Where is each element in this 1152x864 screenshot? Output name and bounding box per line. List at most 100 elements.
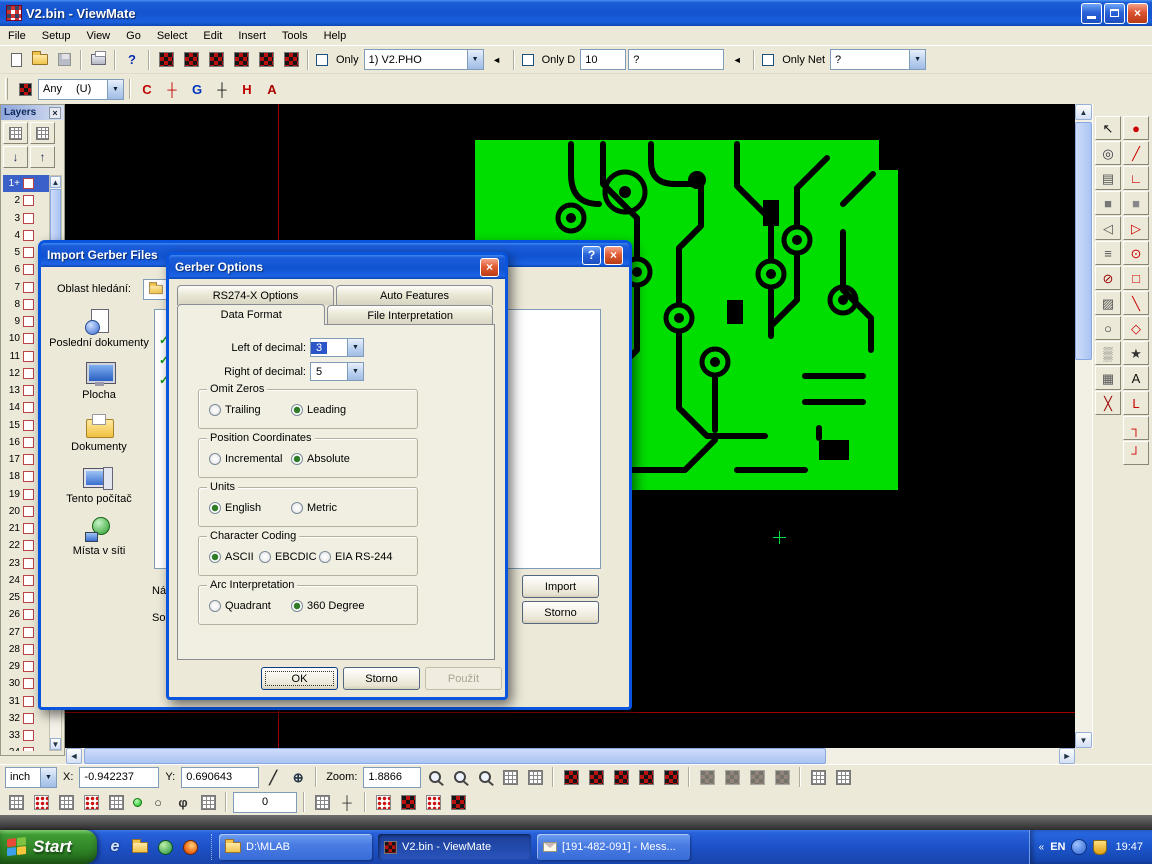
- menu-tools[interactable]: Tools: [274, 26, 316, 45]
- scroll-right-icon[interactable]: [1059, 748, 1075, 764]
- radio-eia-rs-244[interactable]: EIA RS-244: [319, 551, 392, 563]
- text-marker-button[interactable]: A: [1123, 366, 1149, 390]
- canvas-vertical-scrollbar[interactable]: [1075, 104, 1092, 748]
- square-pad-button[interactable]: ■: [1123, 191, 1149, 215]
- layer-color-chip[interactable]: [23, 213, 34, 224]
- dcode-display-button[interactable]: [560, 766, 582, 788]
- layer-color-chip[interactable]: [23, 230, 34, 241]
- place-tento-po-ta[interactable]: Tento počítač: [48, 465, 150, 505]
- update-shield-icon[interactable]: [1093, 840, 1107, 855]
- only-dcode-checkbox[interactable]: [522, 54, 534, 66]
- pattern-2-button[interactable]: [397, 791, 419, 813]
- place-dokumenty[interactable]: Dokumenty: [48, 413, 150, 453]
- aperture-type-combo[interactable]: Any(U): [38, 79, 124, 100]
- radio-incremental[interactable]: Incremental: [209, 453, 282, 465]
- hide-icons-chevron-icon[interactable]: [1039, 842, 1045, 853]
- snap-dots-2-button[interactable]: [80, 791, 102, 813]
- dcode-aux-field[interactable]: ?: [628, 49, 724, 70]
- radio-metric[interactable]: Metric: [291, 502, 337, 514]
- place-m-sta-v-s-ti[interactable]: Místa v síti: [48, 517, 150, 557]
- toolbar-grip[interactable]: [5, 78, 8, 100]
- zoom-field[interactable]: 1.8866: [363, 767, 421, 788]
- trace-mode-4-button[interactable]: [771, 766, 793, 788]
- delete-cross-button[interactable]: ╳: [1095, 391, 1121, 415]
- grid-small-button[interactable]: [197, 791, 219, 813]
- grid-step-button[interactable]: [311, 791, 333, 813]
- zoom-in-button[interactable]: [424, 766, 446, 788]
- step-grid-button[interactable]: [105, 791, 127, 813]
- origin-select-button[interactable]: ⊕: [287, 766, 309, 788]
- start-button[interactable]: Start: [0, 830, 97, 864]
- pad-display-button[interactable]: [660, 766, 682, 788]
- aperture-display-button[interactable]: [585, 766, 607, 788]
- scroll-down-icon[interactable]: [1075, 732, 1092, 748]
- layer-row[interactable]: 32: [3, 710, 49, 727]
- scroll-up-icon[interactable]: [1075, 104, 1092, 120]
- dialog-help-button[interactable]: ?: [582, 246, 601, 265]
- restore-button[interactable]: [1104, 3, 1125, 24]
- scroll-thumb[interactable]: [50, 189, 61, 245]
- radio-ebcdic[interactable]: EBCDIC: [259, 551, 317, 563]
- layer-color-chip[interactable]: [23, 489, 34, 500]
- unit-combo[interactable]: inch: [5, 767, 57, 788]
- circle-outline-button[interactable]: ○: [1095, 316, 1121, 340]
- layer-stack-button[interactable]: ▤: [1095, 166, 1121, 190]
- layers-table-button[interactable]: [30, 122, 55, 144]
- layer-color-chip[interactable]: [23, 299, 34, 310]
- menu-select[interactable]: Select: [149, 26, 196, 45]
- layer-up-button[interactable]: ↑: [30, 146, 55, 168]
- scroll-left-icon[interactable]: [66, 748, 82, 764]
- component-tool-button[interactable]: C: [136, 78, 158, 100]
- menu-go[interactable]: Go: [118, 26, 149, 45]
- open-file-button[interactable]: [29, 49, 51, 71]
- trace-mode-3-button[interactable]: [746, 766, 768, 788]
- layer-color-chip[interactable]: [23, 247, 34, 258]
- task-d-mlab[interactable]: D:\MLAB: [219, 834, 372, 860]
- zoom-window-button[interactable]: [474, 766, 496, 788]
- panel-view-button[interactable]: [832, 766, 854, 788]
- diamond-pad-button[interactable]: ◇: [1123, 316, 1149, 340]
- ok-button[interactable]: OK: [261, 667, 338, 690]
- zoom-out-button[interactable]: [449, 766, 471, 788]
- right-of-decimal-combo[interactable]: 5: [310, 362, 364, 381]
- canvas-horizontal-scrollbar[interactable]: [66, 748, 1075, 764]
- layer-color-chip[interactable]: [23, 264, 34, 275]
- gerber-dialog-titlebar[interactable]: Gerber Options ×: [169, 255, 505, 279]
- left-of-decimal-combo[interactable]: 3: [310, 338, 364, 357]
- crosshair-black-tool-button[interactable]: ┼: [211, 78, 233, 100]
- cancel-button[interactable]: Storno: [343, 667, 420, 690]
- scroll-thumb[interactable]: [1075, 122, 1092, 360]
- print-button[interactable]: [87, 49, 109, 71]
- layer-color-chip[interactable]: [23, 437, 34, 448]
- layer-display-button[interactable]: [635, 766, 657, 788]
- dcode-field[interactable]: 10: [580, 49, 626, 70]
- menu-insert[interactable]: Insert: [230, 26, 274, 45]
- layer-down-button[interactable]: ↓: [3, 146, 28, 168]
- tab-auto-features[interactable]: Auto Features: [336, 285, 493, 305]
- layer-color-chip[interactable]: [23, 471, 34, 482]
- layer-row[interactable]: 3: [3, 210, 49, 227]
- grid-value-field[interactable]: 0: [233, 792, 297, 813]
- net-select-button[interactable]: [205, 49, 227, 71]
- ruler-v-button[interactable]: [55, 791, 77, 813]
- layers-grid-button[interactable]: [3, 122, 28, 144]
- net-display-button[interactable]: [610, 766, 632, 788]
- mirror-flip-button[interactable]: ◁: [1095, 216, 1121, 240]
- layer-color-chip[interactable]: [23, 402, 34, 413]
- radio-leading[interactable]: Leading: [291, 404, 346, 416]
- d-code-select-button[interactable]: [155, 49, 177, 71]
- layer-color-chip[interactable]: [23, 713, 34, 724]
- prev-file-button[interactable]: [486, 49, 508, 71]
- layer-color-chip[interactable]: [23, 368, 34, 379]
- menu-file[interactable]: File: [0, 26, 34, 45]
- corner-trace-button[interactable]: ∟: [1123, 166, 1149, 190]
- layer-color-chip[interactable]: [23, 575, 34, 586]
- layer-color-chip[interactable]: [23, 316, 34, 327]
- x-coordinate-field[interactable]: -0.942237: [79, 767, 159, 788]
- menu-setup[interactable]: Setup: [34, 26, 79, 45]
- combo-arrow-icon[interactable]: [909, 50, 925, 69]
- title-bar[interactable]: V2.bin - ViewMate ×: [0, 0, 1152, 26]
- file-combo[interactable]: 1) V2.PHO: [364, 49, 484, 70]
- pan-view-button[interactable]: ◎: [1095, 141, 1121, 165]
- layer-color-chip[interactable]: [23, 420, 34, 431]
